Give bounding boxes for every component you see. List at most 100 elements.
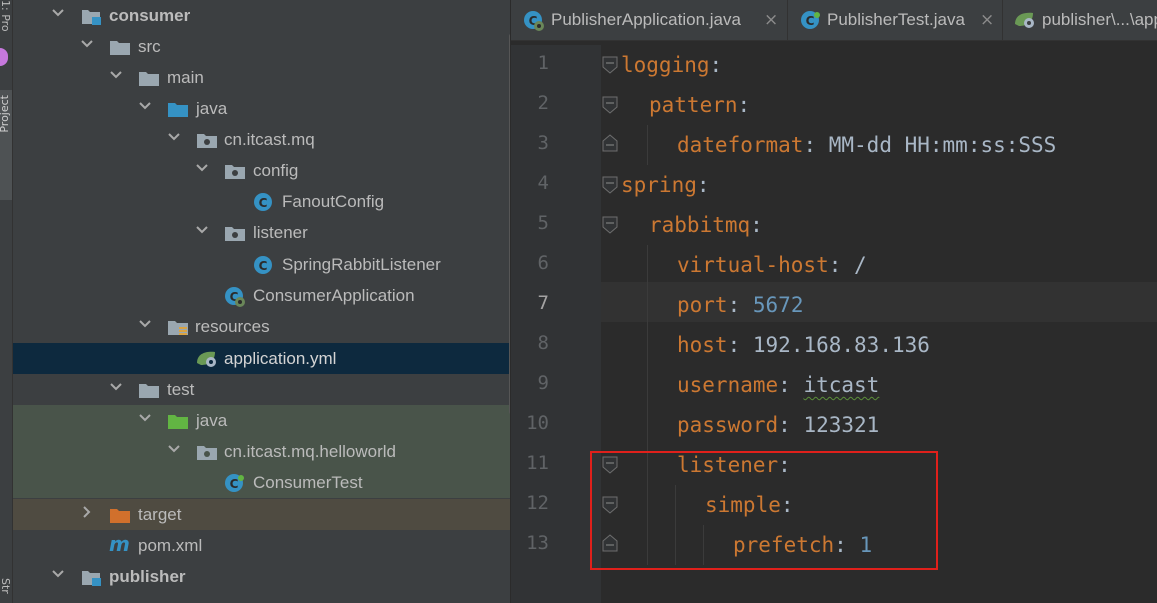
close-icon[interactable]: × xyxy=(980,10,994,30)
package-icon xyxy=(224,223,245,241)
tree-label: main xyxy=(167,68,204,87)
ide-window: 1: Pro Project Str consumer src main jav… xyxy=(0,0,1157,603)
line-number: 2 xyxy=(537,92,549,114)
chevron-right-icon[interactable] xyxy=(80,505,94,519)
line-number: 6 xyxy=(537,252,549,274)
structure-tool-label[interactable]: Str xyxy=(0,578,12,594)
yaml-colon: : xyxy=(803,133,817,157)
chevron-down-icon[interactable] xyxy=(109,68,123,82)
svg-text:C: C xyxy=(806,14,815,28)
tree-label: target xyxy=(138,505,182,524)
fold-end-icon[interactable] xyxy=(601,134,619,152)
chevron-down-icon[interactable] xyxy=(109,380,123,394)
yaml-colon: : xyxy=(750,213,763,237)
maven-icon: m xyxy=(109,532,130,556)
tree-row-resources[interactable]: resources xyxy=(13,311,510,342)
chevron-down-icon[interactable] xyxy=(51,6,65,20)
line-number: 3 xyxy=(537,132,549,154)
close-icon[interactable]: × xyxy=(764,10,778,30)
tree-row-package[interactable]: cn.itcast.mq xyxy=(13,124,510,155)
bookmark-marker xyxy=(0,48,8,66)
fold-open-icon[interactable] xyxy=(601,176,619,194)
tree-row-springrabbitlistener[interactable]: C SpringRabbitListener xyxy=(13,249,510,280)
code-line[interactable]: virtual-host: / xyxy=(677,250,867,280)
code-line[interactable]: host: 192.168.83.136 xyxy=(677,330,930,360)
chevron-down-icon[interactable] xyxy=(138,99,152,113)
chevron-down-icon[interactable] xyxy=(138,411,152,425)
tree-row-consumertest[interactable]: C ConsumerTest xyxy=(13,467,510,498)
yaml-key: spring xyxy=(621,173,697,197)
strip-top-label: 1: Pro xyxy=(0,0,12,32)
yaml-key: username xyxy=(677,373,779,397)
code-line[interactable]: port: 5672 xyxy=(677,290,803,320)
tree-row-src[interactable]: src xyxy=(13,31,510,62)
code-line[interactable]: password: 123321 xyxy=(677,410,879,440)
tree-row-consumer[interactable]: consumer xyxy=(13,0,510,31)
yaml-key: dateformat xyxy=(677,133,804,157)
folder-icon xyxy=(109,37,130,55)
source-folder-icon xyxy=(167,99,188,117)
tree-row-publisher[interactable]: publisher xyxy=(13,561,510,592)
yaml-colon: : xyxy=(727,293,741,317)
tree-row-java[interactable]: java xyxy=(13,93,510,124)
yaml-colon: : xyxy=(709,53,723,77)
tree-label: pom.xml xyxy=(138,536,203,555)
tree-row-target[interactable]: target xyxy=(13,499,510,530)
yaml-value: MM-dd HH:mm:ss:SSS xyxy=(828,133,1057,157)
tree-row-test[interactable]: test xyxy=(13,374,510,405)
code-line[interactable]: rabbitmq: xyxy=(649,210,763,240)
fold-open-icon[interactable] xyxy=(601,96,619,114)
code-line[interactable]: pattern: xyxy=(649,90,750,120)
line-number: 5 xyxy=(537,212,549,234)
tab-publishertest[interactable]: C PublisherTest.java × xyxy=(788,0,1003,40)
yaml-key: pattern xyxy=(649,93,738,117)
chevron-down-icon[interactable] xyxy=(167,442,181,456)
tree-row-main[interactable]: main xyxy=(13,62,510,93)
tree-row-fanoutconfig[interactable]: C FanoutConfig xyxy=(13,186,510,217)
yaml-colon: : xyxy=(737,93,751,117)
test-source-folder-icon xyxy=(167,411,188,429)
tree-row-test-java[interactable]: java xyxy=(13,405,510,436)
tab-publisher-application-yml[interactable]: publisher\...\application.yml xyxy=(1003,0,1157,40)
line-number: 11 xyxy=(526,452,549,474)
folder-icon xyxy=(138,68,159,86)
resources-folder-icon xyxy=(167,317,188,335)
yaml-value: / xyxy=(854,253,867,277)
tab-label: PublisherApplication.java xyxy=(551,10,741,29)
tree-row-config[interactable]: config xyxy=(13,155,510,186)
package-icon xyxy=(196,442,217,460)
tab-label: publisher\...\application.yml xyxy=(1042,10,1157,29)
chevron-down-icon[interactable] xyxy=(195,161,209,175)
yaml-key: logging xyxy=(621,53,710,77)
tree-label: ConsumerApplication xyxy=(253,286,415,305)
svg-text:C: C xyxy=(259,196,268,210)
fold-open-icon[interactable] xyxy=(601,56,619,74)
tree-scrollbar[interactable] xyxy=(509,34,510,414)
tree-row-pom[interactable]: m pom.xml xyxy=(13,530,510,561)
editor-tab-bar: C PublisherApplication.java × C Publishe… xyxy=(511,0,1157,41)
chevron-down-icon[interactable] xyxy=(167,130,181,144)
chevron-down-icon[interactable] xyxy=(80,37,94,51)
tree-label: test xyxy=(167,380,195,399)
code-line[interactable]: logging: xyxy=(621,50,722,80)
class-icon: C xyxy=(253,192,273,211)
class-icon: C xyxy=(800,10,820,30)
chevron-down-icon[interactable] xyxy=(195,223,209,237)
fold-open-icon[interactable] xyxy=(601,216,619,234)
tree-row-helloworld-package[interactable]: cn.itcast.mq.helloworld xyxy=(13,436,510,467)
project-tree[interactable]: consumer src main java cn.itcast.mq conf… xyxy=(13,0,510,603)
chevron-down-icon[interactable] xyxy=(138,317,152,331)
class-icon: C xyxy=(224,473,244,492)
code-line[interactable]: dateformat: MM-dd HH:mm:ss:SSS xyxy=(677,130,1056,160)
tree-label: application.yml xyxy=(224,349,337,368)
tab-publisherapplication[interactable]: C PublisherApplication.java × xyxy=(511,0,788,40)
yaml-key: virtual-host xyxy=(677,253,829,277)
tree-row-listener[interactable]: listener xyxy=(13,217,510,248)
svg-text:m: m xyxy=(109,534,130,554)
tree-row-consumerapplication[interactable]: C ConsumerApplication xyxy=(13,280,510,311)
code-line[interactable]: spring: xyxy=(621,170,710,200)
code-line[interactable]: username: itcast xyxy=(677,370,879,400)
chevron-down-icon[interactable] xyxy=(51,567,65,581)
tree-row-application-yml[interactable]: application.yml xyxy=(13,343,510,374)
yaml-value: 123321 xyxy=(803,413,880,437)
